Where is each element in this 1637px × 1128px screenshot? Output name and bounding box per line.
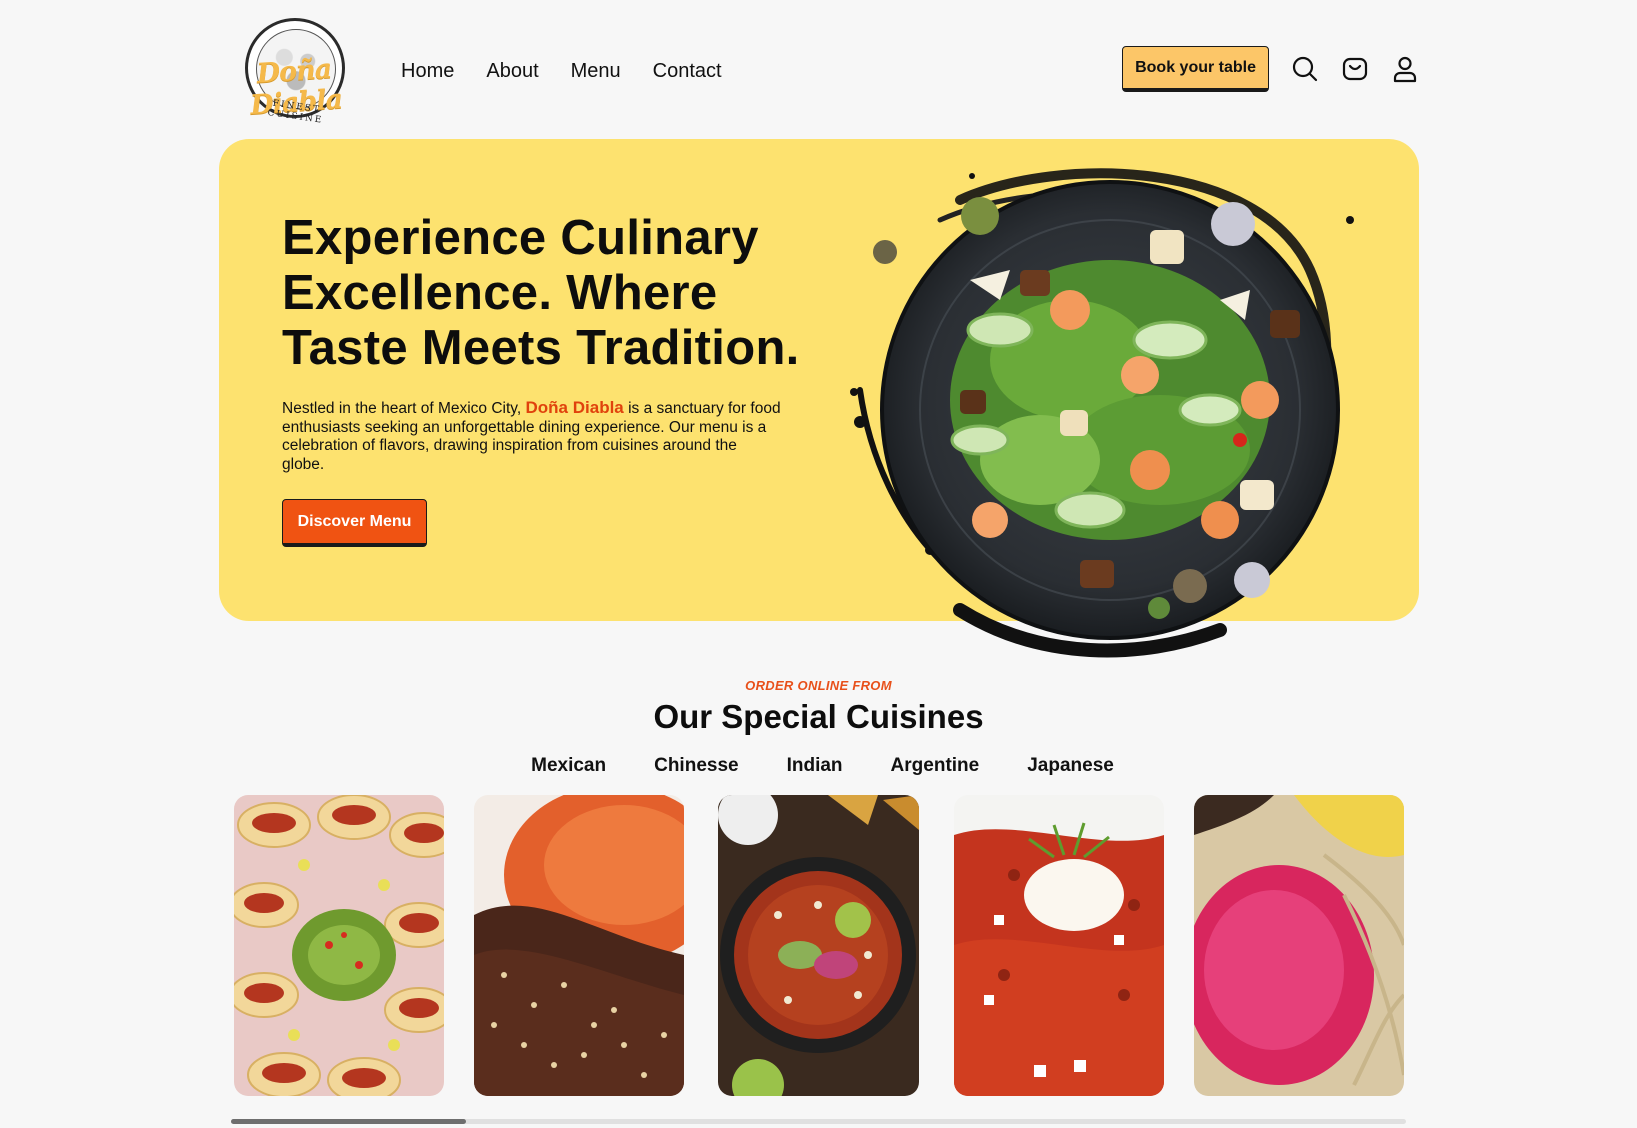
dish-image [1194,795,1404,1096]
nav-home[interactable]: Home [401,60,454,83]
discover-menu-button[interactable]: Discover Menu [282,499,427,547]
nav-about[interactable]: About [486,60,538,83]
tab-mexican[interactable]: Mexican [531,755,606,777]
dish-card-mole[interactable] [474,795,684,1096]
section-kicker: ORDER ONLINE FROM [745,678,892,693]
hero-title: Experience Culinary Excellence. Where Ta… [282,211,800,375]
page: Doña Diabla FINEST CUISINE Home About Me… [0,0,1637,1128]
logo[interactable]: Doña Diabla FINEST CUISINE [219,14,371,126]
hero-description: Nestled in the heart of Mexico City, Doñ… [282,398,782,474]
tab-japanese[interactable]: Japanese [1027,755,1114,777]
user-icon[interactable] [1391,55,1419,83]
dish-card-tacos[interactable] [234,795,444,1096]
nav-contact[interactable]: Contact [653,60,722,83]
dish-card-pozole[interactable] [718,795,919,1096]
dish-image [234,795,444,1096]
cuisine-cards [234,795,1404,1096]
hero-plate-image [840,160,1380,660]
scrollbar-thumb[interactable] [231,1119,466,1124]
nav-menu[interactable]: Menu [571,60,621,83]
main-nav: Home About Menu Contact [401,60,722,83]
cuisine-scrollbar[interactable] [231,1119,1406,1124]
book-table-button[interactable]: Book your table [1122,46,1269,92]
search-icon[interactable] [1291,55,1319,83]
header-actions: Book your table [1122,46,1419,92]
tab-indian[interactable]: Indian [787,755,843,777]
dish-card-enchiladas[interactable] [954,795,1164,1096]
tab-argentine[interactable]: Argentine [891,755,980,777]
dish-image [474,795,684,1096]
tab-chinesse[interactable]: Chinesse [654,755,738,777]
dish-image [718,795,919,1096]
section-title: Our Special Cuisines [653,698,984,735]
cuisine-tabs: Mexican Chinesse Indian Argentine Japane… [0,755,1637,777]
hero-brand-name: Doña Diabla [525,398,624,417]
dish-card-tamales[interactable] [1194,795,1404,1096]
dish-image [954,795,1164,1096]
site-header: Doña Diabla FINEST CUISINE Home About Me… [219,14,1419,126]
hero-text-start: Nestled in the heart of Mexico City, [282,400,526,417]
cart-icon[interactable] [1341,55,1369,83]
